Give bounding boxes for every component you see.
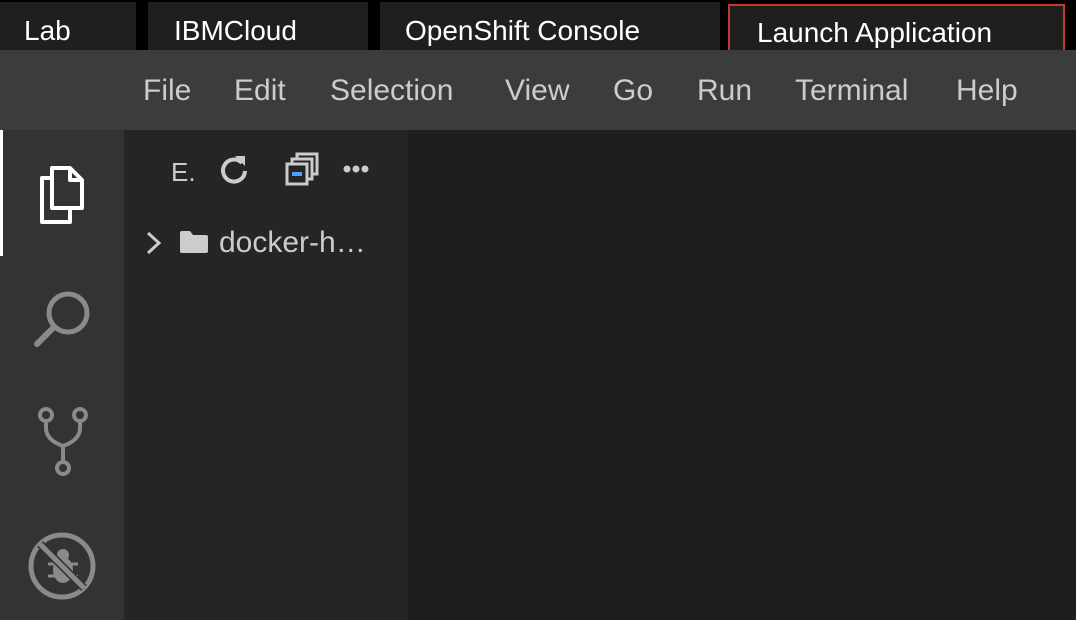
- source-control-icon[interactable]: [36, 406, 92, 478]
- refresh-icon[interactable]: [218, 152, 250, 186]
- menu-bar: File Edit Selection View Go Run Terminal…: [0, 50, 1076, 130]
- activity-bar: [0, 130, 124, 620]
- tab-launch-application[interactable]: Launch Application: [728, 4, 1065, 52]
- tab-ibmcloud[interactable]: IBMCloud: [148, 2, 368, 50]
- menu-view[interactable]: View: [505, 50, 569, 130]
- editor-area[interactable]: [408, 130, 1076, 620]
- tree-item-folder[interactable]: docker-h…: [124, 218, 408, 266]
- menu-selection[interactable]: Selection: [330, 50, 453, 130]
- menu-terminal[interactable]: Terminal: [795, 50, 908, 130]
- tab-lab[interactable]: Lab: [0, 2, 136, 50]
- ide-window: Lab IBMCloud OpenShift Console Launch Ap…: [0, 0, 1076, 620]
- more-actions-icon[interactable]: [342, 162, 372, 176]
- debug-icon[interactable]: [26, 530, 98, 602]
- menu-help[interactable]: Help: [956, 50, 1018, 130]
- search-icon[interactable]: [30, 286, 96, 352]
- tab-openshift-console[interactable]: OpenShift Console: [380, 2, 720, 50]
- collapse-all-icon[interactable]: [285, 152, 321, 186]
- menu-file[interactable]: File: [143, 50, 191, 130]
- tree-item-label: docker-h…: [219, 226, 366, 259]
- explorer-title: E.: [171, 157, 196, 187]
- menu-run[interactable]: Run: [697, 50, 752, 130]
- menu-edit[interactable]: Edit: [234, 50, 286, 130]
- menu-go[interactable]: Go: [613, 50, 653, 130]
- folder-icon: [178, 229, 210, 255]
- tab-strip: Lab IBMCloud OpenShift Console Launch Ap…: [0, 0, 1076, 52]
- chevron-right-icon: [144, 230, 164, 256]
- active-indicator: [0, 130, 3, 256]
- explorer-sidebar: E. docker-h…: [124, 130, 408, 620]
- explorer-icon[interactable]: [36, 164, 90, 226]
